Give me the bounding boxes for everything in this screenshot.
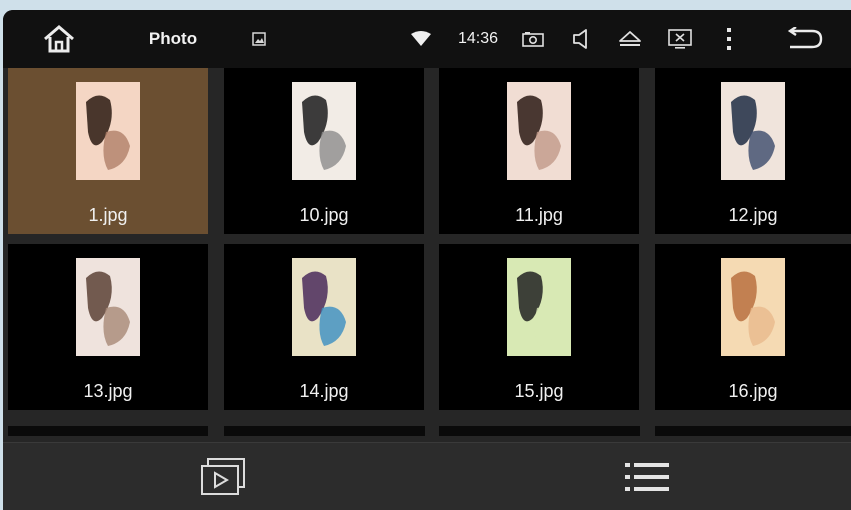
- next-row-hint: [8, 426, 208, 436]
- next-row-hint: [655, 426, 851, 436]
- volume-icon: [573, 29, 587, 49]
- home-button[interactable]: [33, 10, 85, 68]
- photo-filename: 10.jpg: [299, 205, 349, 225]
- photo-grid: 1.jpg 10.jpg 11.jpg 12.jpg 13.jpg 14.jpg 15.jp…: [8, 68, 851, 438]
- photo-thumbnail: [507, 258, 571, 356]
- list-view-button[interactable]: [607, 443, 687, 510]
- photo-thumbnail: [507, 82, 571, 180]
- back-button[interactable]: [779, 10, 831, 68]
- photo-tile[interactable]: 13.jpg: [8, 244, 208, 410]
- screenshot-button[interactable]: [519, 10, 547, 68]
- photo-thumbnail: [721, 258, 785, 356]
- display-off-button[interactable]: [665, 10, 695, 68]
- eject-button[interactable]: [615, 10, 645, 68]
- photo-tile[interactable]: 14.jpg: [224, 244, 424, 410]
- next-row-hint: [439, 426, 640, 436]
- screen-off-icon: [668, 29, 692, 49]
- photo-filename: 12.jpg: [728, 205, 778, 225]
- bottom-bar: [3, 442, 851, 510]
- eject-icon: [619, 31, 641, 46]
- photo-thumbnail: [76, 82, 140, 180]
- photo-filename: 11.jpg: [515, 205, 563, 225]
- gallery-indicator: [249, 10, 269, 68]
- next-row-hint: [224, 426, 425, 436]
- photo-filename: 13.jpg: [83, 381, 133, 401]
- photo-filename: 16.jpg: [728, 381, 778, 401]
- wifi-status: [407, 10, 435, 68]
- photo-tile[interactable]: 15.jpg: [439, 244, 639, 410]
- photo-filename: 1.jpg: [88, 205, 128, 225]
- photo-filename: 14.jpg: [299, 381, 349, 401]
- top-bar: Photo 14:36: [3, 10, 851, 68]
- image-icon: [252, 32, 266, 46]
- slideshow-button[interactable]: [183, 443, 263, 510]
- photo-tile[interactable]: 1.jpg: [8, 68, 208, 234]
- photo-filename: 15.jpg: [514, 381, 564, 401]
- slideshow-icon: [201, 458, 245, 495]
- volume-button[interactable]: [567, 10, 595, 68]
- page-title: Photo: [148, 29, 198, 48]
- list-icon: [625, 463, 669, 491]
- photo-app-screen: Photo 14:36 1.jpg 10.jpg 11.jpg 12.jpg 1…: [3, 10, 851, 510]
- camera-icon: [522, 32, 544, 47]
- back-icon: [787, 27, 823, 49]
- photo-tile[interactable]: 16.jpg: [655, 244, 851, 410]
- photo-tile[interactable]: 12.jpg: [655, 68, 851, 234]
- photo-thumbnail: [292, 258, 356, 356]
- more-vertical-icon: [727, 28, 731, 50]
- photo-thumbnail: [292, 82, 356, 180]
- photo-tile[interactable]: 11.jpg: [439, 68, 639, 234]
- photo-tile[interactable]: 10.jpg: [224, 68, 424, 234]
- more-menu-button[interactable]: [717, 10, 741, 68]
- wifi-icon: [411, 31, 431, 46]
- photo-thumbnail: [721, 82, 785, 180]
- clock: 14:36: [457, 30, 499, 47]
- home-icon: [44, 25, 74, 53]
- photo-thumbnail: [76, 258, 140, 356]
